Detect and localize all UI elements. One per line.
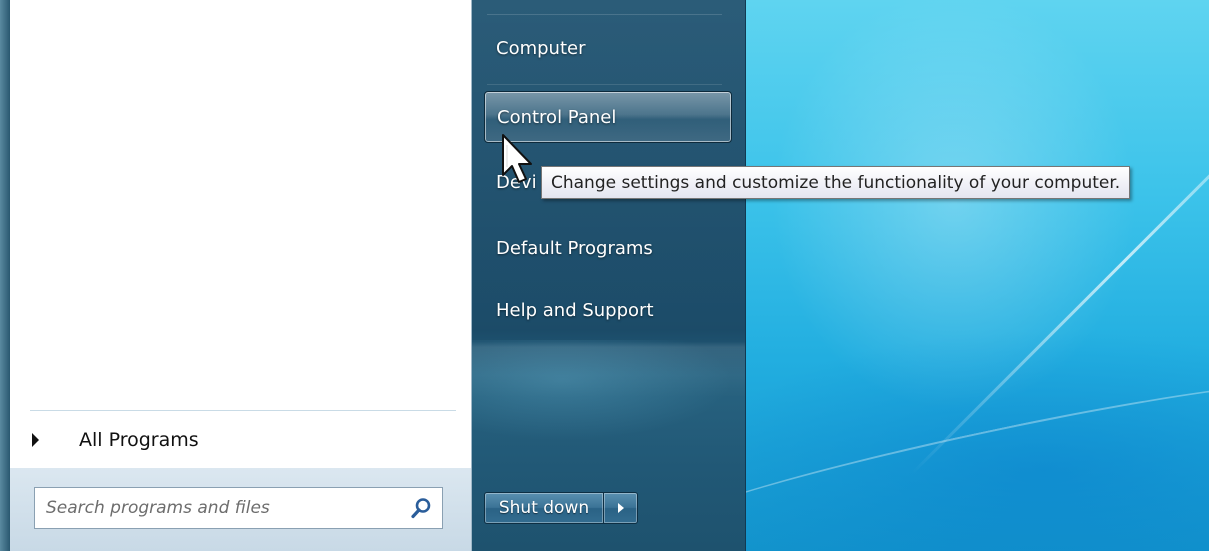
arrow-cursor-icon	[502, 134, 532, 183]
right-pane	[472, 0, 746, 551]
menu-item-label: Help and Support	[496, 299, 654, 321]
menu-item-label: Default Programs	[496, 237, 653, 259]
triangle-right-icon	[32, 433, 39, 447]
start-menu-frame-edge	[0, 0, 10, 551]
menu-item-default-programs[interactable]: Default Programs	[484, 222, 732, 274]
menu-item-label: Control Panel	[497, 106, 617, 128]
shutdown-button[interactable]: Shut down	[484, 492, 604, 524]
triangle-right-icon	[617, 503, 624, 513]
programs-pane	[10, 0, 472, 468]
search-input[interactable]	[46, 498, 376, 518]
all-programs-label: All Programs	[79, 429, 199, 451]
menu-item-label: Computer	[496, 37, 586, 59]
search-icon[interactable]	[410, 497, 432, 519]
shutdown-options-button[interactable]	[604, 492, 638, 524]
menu-item-computer[interactable]: Computer	[484, 22, 732, 74]
desktop-light-arc	[744, 357, 1209, 551]
right-pane-separator	[487, 84, 722, 85]
pane-glow	[472, 340, 746, 450]
right-pane-separator	[487, 14, 722, 15]
programs-divider	[30, 410, 456, 411]
all-programs-button[interactable]: All Programs	[16, 418, 454, 462]
desktop-background	[744, 0, 1209, 551]
tooltip: Change settings and customize the functi…	[541, 166, 1131, 199]
search-box[interactable]	[34, 487, 443, 529]
menu-item-help-and-support[interactable]: Help and Support	[484, 284, 732, 336]
shutdown-group: Shut down	[484, 492, 638, 524]
start-menu: All Programs Computer Control Panel Devi…	[0, 0, 746, 551]
